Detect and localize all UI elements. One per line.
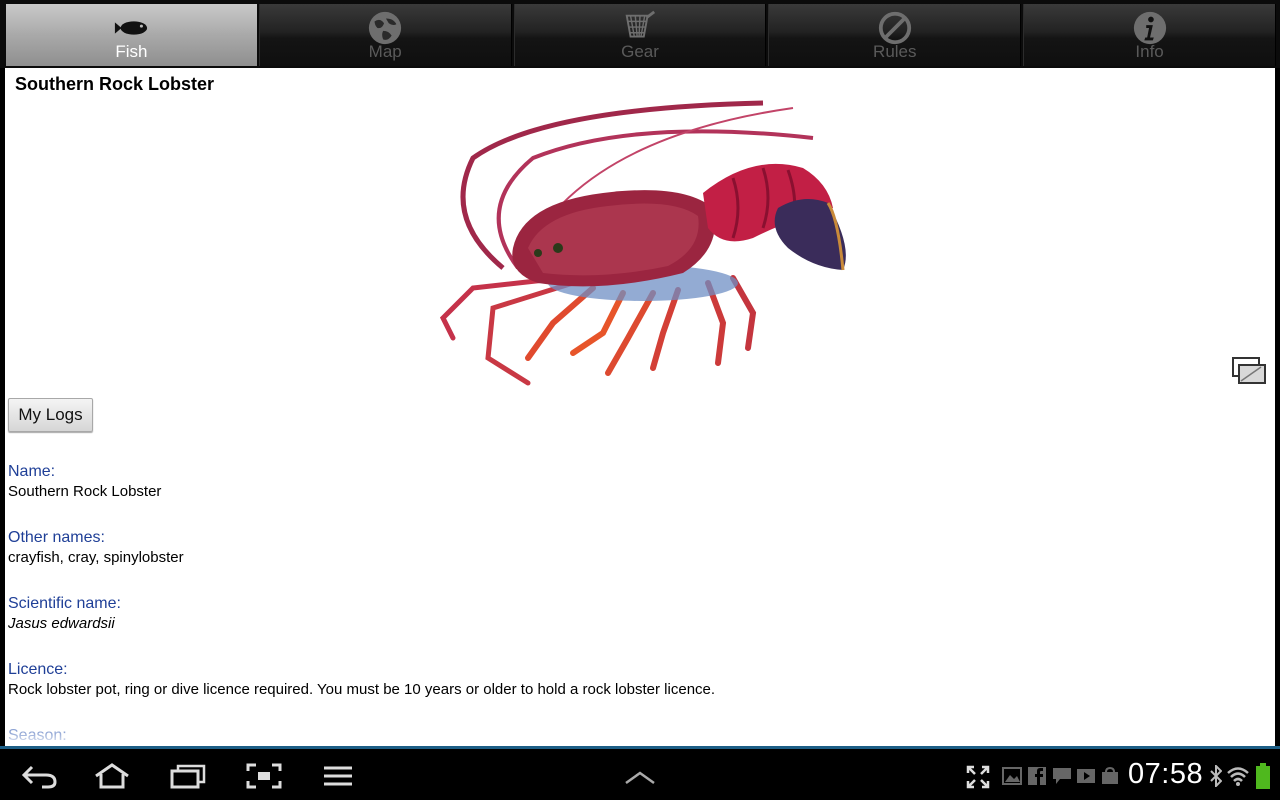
bluetooth-icon <box>1210 765 1222 787</box>
recent-apps-icon[interactable] <box>168 763 208 789</box>
tab-gear[interactable]: Gear <box>513 4 767 66</box>
screenshot-icon[interactable] <box>244 763 284 789</box>
wifi-icon <box>1227 767 1249 786</box>
message-icon <box>1053 768 1071 784</box>
tab-map[interactable]: Map <box>258 4 512 66</box>
tab-label: Map <box>368 42 402 61</box>
tab-label: Fish <box>115 42 148 61</box>
facebook-icon <box>1028 767 1046 785</box>
tab-label: Rules <box>873 42 917 61</box>
field-label: Scientific name: <box>8 595 121 612</box>
field-licence: Licence: Rock lobster pot, ring or dive … <box>8 660 715 700</box>
shopping-bag-icon <box>1102 767 1118 784</box>
no-entry-icon <box>877 10 913 46</box>
home-icon[interactable] <box>92 763 132 789</box>
field-value: Southern Rock Lobster <box>8 483 162 500</box>
tab-label: Gear <box>621 42 659 61</box>
chevron-up-icon[interactable] <box>620 763 660 789</box>
battery-icon <box>1256 763 1270 789</box>
tab-info[interactable]: Info <box>1023 4 1276 66</box>
tab-fish[interactable]: Fish <box>6 4 257 66</box>
tab-bar: Fish Map Gear Rules Info <box>0 0 1280 68</box>
field-label: Other names: <box>8 529 105 546</box>
tab-rules[interactable]: Rules <box>768 4 1022 66</box>
net-icon <box>622 10 658 46</box>
page-title: Southern Rock Lobster <box>15 74 215 94</box>
back-icon[interactable] <box>20 763 60 789</box>
menu-icon[interactable] <box>318 763 358 789</box>
tab-label: Info <box>1135 42 1164 61</box>
species-detail-panel: Southern Rock Lobster My Logs Name: Sout… <box>5 68 1275 746</box>
fullscreen-icon[interactable] <box>966 765 990 789</box>
scroll-fade <box>5 732 1275 746</box>
system-navigation-bar: 07:58 <box>0 746 1280 800</box>
lobster-illustration <box>439 100 846 386</box>
field-label: Licence: <box>8 661 68 678</box>
gallery-notification-icon <box>1002 767 1022 785</box>
field-other-names: Other names: crayfish, cray, spinylobste… <box>8 528 184 568</box>
my-logs-button[interactable]: My Logs <box>8 398 93 432</box>
field-value: crayfish, cray, spinylobster <box>8 549 184 566</box>
video-icon <box>1077 769 1095 783</box>
field-name: Name: Southern Rock Lobster <box>8 462 161 502</box>
field-label: Name: <box>8 463 56 480</box>
clock: 07:58 <box>1128 758 1204 790</box>
gallery-icon[interactable] <box>1231 356 1267 386</box>
info-icon <box>1132 10 1168 46</box>
fish-icon <box>113 10 149 46</box>
field-scientific-name: Scientific name: Jasus edwardsii <box>8 594 121 634</box>
globe-icon <box>367 10 403 46</box>
field-value: Jasus edwardsii <box>8 615 115 632</box>
field-value: Rock lobster pot, ring or dive licence r… <box>8 681 716 698</box>
